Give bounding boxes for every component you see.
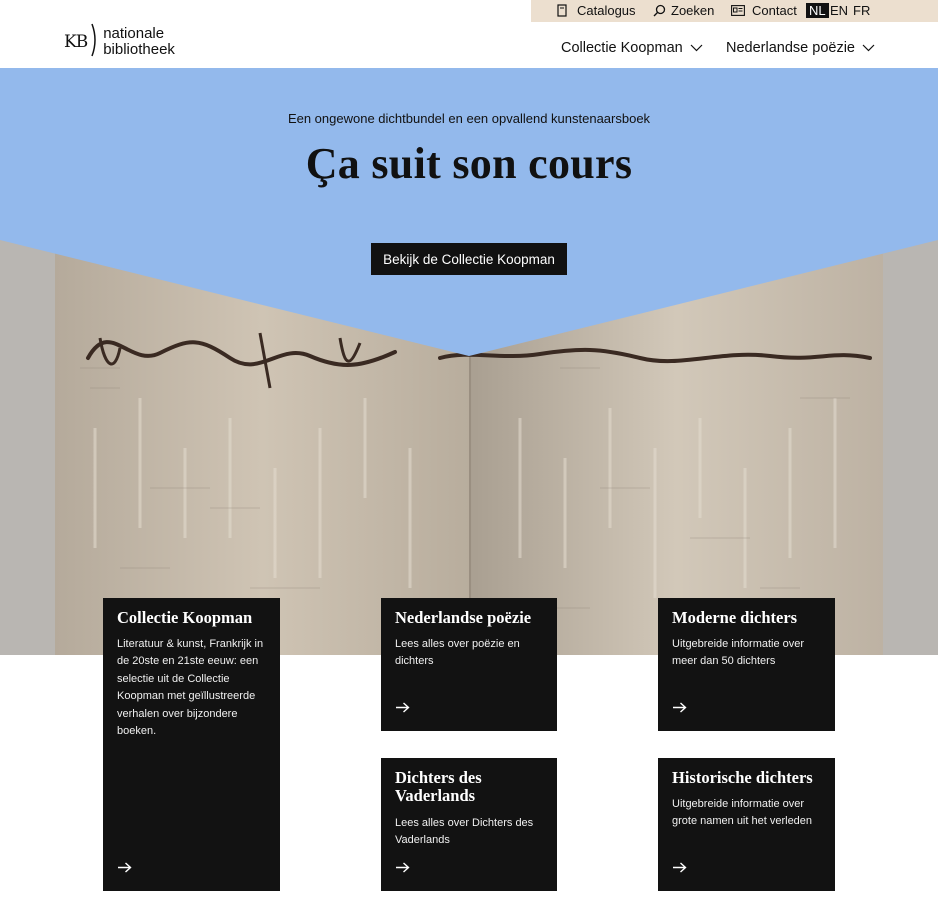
card-moderne-dichters[interactable]: Moderne dichters Uitgebreide informatie … xyxy=(658,598,835,731)
contact-link[interactable]: Contact xyxy=(731,3,797,18)
logo-text: nationale bibliotheek xyxy=(103,26,175,58)
hero-subtitle: Een ongewone dichtbundel en een opvallen… xyxy=(287,111,651,126)
card-description: Literatuur & kunst, Frankrijk in de 20st… xyxy=(117,638,264,738)
card-historische-dichters[interactable]: Historische dichters Uitgebreide informa… xyxy=(658,758,835,891)
card-title: Nederlandse poëzie xyxy=(395,608,532,627)
contact-card-icon xyxy=(731,5,745,16)
lang-fr[interactable]: FR xyxy=(853,3,870,18)
card-collectie-koopman[interactable]: Collectie Koopman Literatuur & kunst, Fr… xyxy=(103,598,280,891)
catalogus-label: Catalogus xyxy=(577,3,636,18)
arrow-right-icon xyxy=(396,700,410,718)
contact-label: Contact xyxy=(752,3,797,18)
card-nederlandse-poezie[interactable]: Nederlandse poëzie Lees alles over poëzi… xyxy=(381,598,557,731)
search-icon xyxy=(653,4,666,17)
card-dichters-des-vaderlands[interactable]: Dichters des Vaderlands Lees alles over … xyxy=(381,758,557,891)
zoeken-link[interactable]: Zoeken xyxy=(653,3,714,18)
logo-bracket-icon xyxy=(91,23,99,62)
card-description: Uitgebreide informatie over grote namen … xyxy=(672,798,813,828)
chevron-down-icon xyxy=(862,40,875,56)
catalogus-link[interactable]: Catalogus xyxy=(556,3,636,18)
hero-title: Ça suit son cours xyxy=(305,139,633,188)
zoeken-label: Zoeken xyxy=(671,3,715,18)
lang-en[interactable]: EN xyxy=(830,3,848,18)
card-title: Moderne dichters xyxy=(672,608,798,627)
chevron-down-icon xyxy=(690,40,703,56)
arrow-right-icon xyxy=(118,860,132,878)
card-description: Lees alles over poëzie en dichters xyxy=(395,638,520,668)
utility-bar: Catalogus Zoeken Contact NL EN FR xyxy=(531,0,938,22)
logo-line-2: bibliotheek xyxy=(103,41,175,58)
nav-label-nederlandse-poezie: Nederlandse poëzie xyxy=(726,40,855,56)
card-description: Lees alles over Dichters des Vaderlands xyxy=(395,817,534,847)
card-title: Historische dichters xyxy=(672,768,813,787)
arrow-right-icon xyxy=(673,860,687,878)
card-description: Uitgebreide informatie over meer dan 50 … xyxy=(672,638,805,668)
kb-logo[interactable]: KB nationale bibliotheek xyxy=(64,23,175,62)
arrow-right-icon xyxy=(673,700,687,718)
nav-label-collectie-koopman: Collectie Koopman xyxy=(561,40,683,56)
hero-banner: Een ongewone dichtbundel en een opvallen… xyxy=(0,68,938,655)
logo-mark: KB xyxy=(64,32,88,52)
logo-line-1: nationale xyxy=(103,25,165,42)
book-icon xyxy=(556,4,568,17)
nav-nederlandse-poezie[interactable]: Nederlandse poëzie xyxy=(726,40,875,56)
card-title: Collectie Koopman xyxy=(117,608,253,627)
collectie-koopman-button[interactable]: Bekijk de Collectie Koopman xyxy=(371,243,567,275)
arrow-right-icon xyxy=(396,860,410,878)
card-title: Dichters des Vaderlands xyxy=(395,768,482,805)
nav-collectie-koopman[interactable]: Collectie Koopman xyxy=(561,40,703,56)
lang-nl[interactable]: NL xyxy=(806,3,829,18)
